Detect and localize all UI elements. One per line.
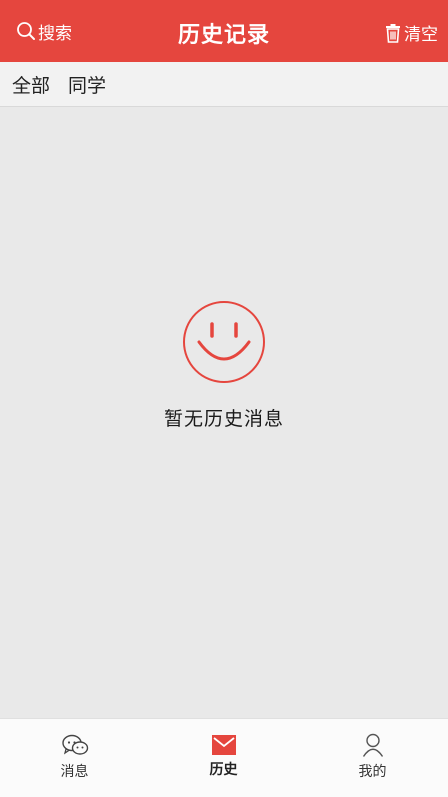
bottom-tab-bar: 消息 历史 我的 <box>0 718 448 797</box>
top-header: 搜索 历史记录 清空 <box>0 0 448 62</box>
tab-profile[interactable]: 我的 <box>298 719 447 797</box>
person-icon <box>362 733 383 757</box>
tab-history[interactable]: 历史 <box>149 719 298 797</box>
filter-bar: 全部 同学 <box>0 62 448 107</box>
trash-icon <box>386 23 400 43</box>
chat-bubbles-icon <box>61 734 88 755</box>
page-title: 历史记录 <box>177 23 270 48</box>
clear-button[interactable]: 清空 <box>385 20 438 45</box>
envelope-icon <box>211 735 236 755</box>
clear-label: 清空 <box>404 25 438 45</box>
empty-state: 暂无历史消息 <box>0 300 448 431</box>
tab-messages-label: 消息 <box>60 764 89 780</box>
smiley-face-icon <box>183 301 265 383</box>
tab-messages[interactable]: 消息 <box>0 719 149 797</box>
tab-history-label: 历史 <box>209 762 238 778</box>
empty-message: 暂无历史消息 <box>163 408 284 430</box>
filter-all[interactable]: 全部 <box>12 71 50 98</box>
filter-classmates[interactable]: 同学 <box>68 71 106 98</box>
tab-profile-label: 我的 <box>358 764 387 780</box>
